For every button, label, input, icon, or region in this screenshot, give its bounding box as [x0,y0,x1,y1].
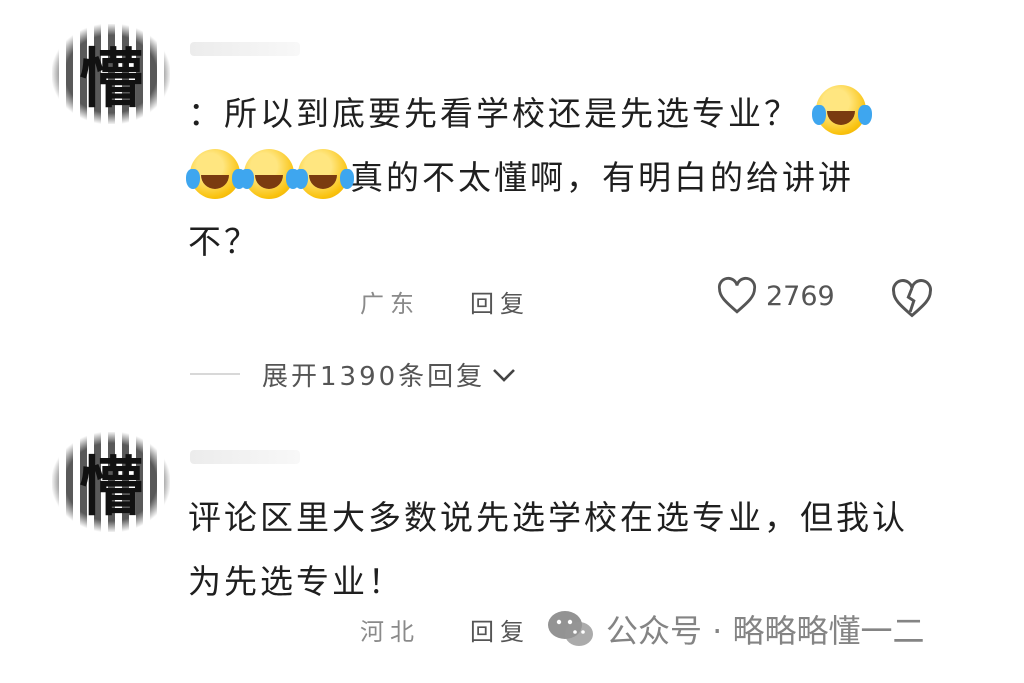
chevron-down-icon [493,368,516,382]
dislike-broken-heart-icon[interactable] [890,278,934,320]
avatar-glyph: 懵 [52,24,170,124]
laughing-tears-emoji-icon [240,149,294,199]
reply-button[interactable]: 回复 [470,284,530,319]
location-label: 河北 [360,618,420,646]
avatar[interactable]: 懵 [52,432,170,532]
comment-text-part: 不？ [188,222,260,261]
comment-text-part: 真的不太懂啊，有明白的给讲讲 [350,158,854,197]
expand-divider [190,373,240,375]
comment-text: ：所以到底要先看学校还是先选专业？ 真的不太懂啊，有明白的给讲讲 不？ [186,82,928,274]
wechat-icon [548,611,593,646]
watermark-label: 公众号 · 略略略懂一二 [606,612,925,650]
location-label: 广东 [360,290,420,318]
avatar[interactable]: 懵 [52,24,170,124]
comment-text: 评论区里大多数说先选学校在选专业，但我认为先选专业！ [188,498,908,601]
heart-icon [717,276,757,314]
laughing-tears-emoji-icon [811,85,866,135]
laughing-tears-emoji-icon [186,149,240,199]
reply-button[interactable]: 回复 [470,612,530,647]
laughing-tears-emoji-icon [294,149,348,199]
comment-text-part: ：所以到底要先看学校还是先选专业？ [188,94,800,133]
watermark: 公众号 · 略略略懂一二 [546,606,925,652]
expand-replies-label: 展开1390条回复 [262,362,486,392]
avatar-glyph: 懵 [52,432,170,532]
like-count: 2769 [766,280,835,312]
expand-replies-button[interactable]: 展开1390条回复 [262,356,517,393]
username-blurred[interactable] [190,42,300,56]
like-button[interactable]: 2769 [716,276,835,316]
username-blurred[interactable] [190,450,300,464]
